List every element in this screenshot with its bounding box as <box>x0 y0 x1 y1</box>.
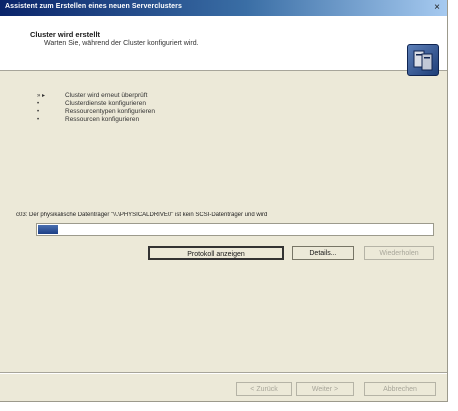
title-bar[interactable]: Assistent zum Erstellen eines neuen Serv… <box>0 0 447 16</box>
progress-fill <box>38 225 58 234</box>
step-label: Cluster wird erneut überprüft <box>65 92 148 99</box>
bullet-icon: • <box>37 109 40 115</box>
page-title: Cluster wird erstellt <box>30 30 101 39</box>
details-button[interactable]: Details... <box>292 246 354 260</box>
current-step-arrow-icon: » ▸ <box>37 93 46 99</box>
cancel-button[interactable]: Abbrechen <box>364 382 436 396</box>
step-label: Clusterdienste konfigurieren <box>65 100 146 107</box>
bullet-icon: • <box>37 117 40 123</box>
next-button[interactable]: Weiter > <box>296 382 354 396</box>
view-log-button[interactable]: Protokoll anzeigen <box>148 246 284 260</box>
back-button[interactable]: < Zurück <box>236 382 292 396</box>
wizard-header: Cluster wird erstellt Warten Sie, währen… <box>0 16 447 76</box>
step-label: Ressourcentypen konfigurieren <box>65 108 155 115</box>
footer-divider <box>0 372 447 374</box>
status-message: c03: Der physikalische Datenträger "\\.\… <box>16 212 268 218</box>
list-item: • Ressourcen konfigurieren <box>37 116 155 124</box>
retry-button[interactable]: Wiederholen <box>364 246 434 260</box>
progress-bar <box>36 223 434 236</box>
step-label: Ressourcen konfigurieren <box>65 116 140 123</box>
page-subtitle: Warten Sie, während der Cluster konfigur… <box>44 40 199 47</box>
list-item: • Ressourcentypen konfigurieren <box>37 108 155 116</box>
cluster-wizard-icon <box>407 44 439 76</box>
bullet-icon: • <box>37 101 40 107</box>
list-item: • Clusterdienste konfigurieren <box>37 100 155 108</box>
wizard-window: Assistent zum Erstellen eines neuen Serv… <box>0 0 448 402</box>
task-steps-list: » ▸ Cluster wird erneut überprüft • Clus… <box>37 92 155 124</box>
window-title: Assistent zum Erstellen eines neuen Serv… <box>5 3 182 10</box>
close-icon[interactable]: × <box>430 2 444 14</box>
list-item: » ▸ Cluster wird erneut überprüft <box>37 92 155 100</box>
